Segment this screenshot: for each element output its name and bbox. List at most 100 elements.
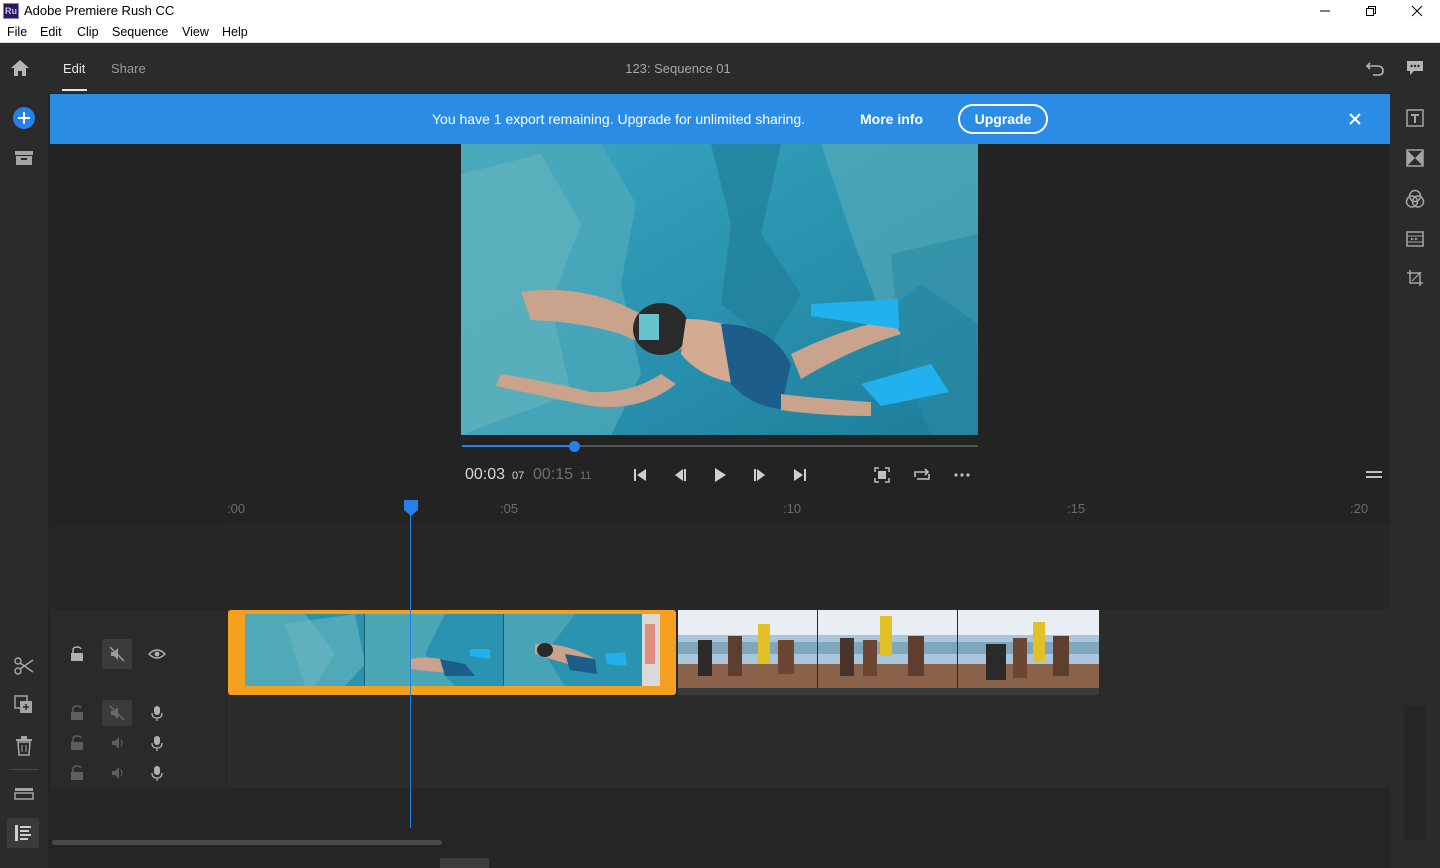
ruler-tick: :10 — [783, 501, 802, 516]
ruler-tick: :05 — [500, 501, 519, 516]
menu-view[interactable]: View — [182, 25, 209, 39]
duplicate-icon[interactable] — [14, 695, 34, 715]
timeline-ruler[interactable]: :00 :05 :10 :15 :20 — [50, 499, 1390, 523]
menu-bar: File Edit Clip Sequence View Help — [0, 22, 1440, 43]
menu-clip[interactable]: Clip — [77, 25, 99, 39]
close-window-icon[interactable] — [1394, 0, 1440, 22]
current-timecode: 00:03 — [465, 466, 506, 483]
window-titlebar: Ru Adobe Premiere Rush CC — [0, 0, 1440, 22]
audio-track-2-lane — [50, 728, 1390, 758]
total-duration: 00:15 — [533, 466, 574, 483]
lock-open-icon[interactable] — [67, 763, 87, 783]
active-tab-indicator — [62, 89, 87, 91]
split-icon[interactable] — [13, 656, 35, 676]
minimize-icon[interactable] — [1302, 0, 1348, 22]
video-track-header — [50, 609, 226, 698]
lock-open-icon[interactable] — [67, 703, 87, 723]
ruler-tick: :00 — [227, 501, 246, 516]
title-track-header — [50, 523, 226, 609]
speed-icon[interactable] — [1406, 230, 1424, 248]
scrub-progress — [462, 445, 575, 447]
eye-icon[interactable] — [147, 644, 167, 664]
tab-share[interactable]: Share — [111, 61, 146, 76]
panel-menu-icon[interactable] — [1366, 470, 1382, 480]
app-icon: Ru — [3, 3, 19, 19]
mute-track-button[interactable] — [102, 639, 132, 669]
loop-icon[interactable] — [911, 465, 933, 485]
current-timecode-frame: 07 — [512, 470, 525, 482]
tab-edit[interactable]: Edit — [63, 61, 85, 76]
program-monitor: 00:03 07 00:15 11 — [50, 144, 1390, 499]
home-icon[interactable] — [10, 59, 30, 77]
more-options-icon[interactable] — [951, 465, 973, 485]
title-track-lane — [50, 523, 1390, 609]
step-forward-icon[interactable] — [749, 465, 771, 485]
menu-help[interactable]: Help — [222, 25, 248, 39]
timeline-list-icon — [15, 825, 31, 841]
transform-icon[interactable] — [1406, 269, 1424, 287]
close-icon[interactable] — [1347, 111, 1363, 127]
banner-message: You have 1 export remaining. Upgrade for… — [432, 111, 806, 127]
timeline-horizontal-scrollbar[interactable] — [52, 840, 442, 845]
microphone-icon[interactable] — [147, 733, 167, 753]
audio-track-2-header — [50, 728, 226, 758]
audio-track-1-header — [50, 698, 226, 728]
menu-file[interactable]: File — [7, 25, 27, 39]
feedback-icon[interactable] — [1406, 59, 1424, 77]
titles-icon[interactable] — [1406, 109, 1424, 127]
sequence-title: 123: Sequence 01 — [625, 61, 731, 76]
ruler-tick: :15 — [1067, 501, 1086, 516]
lock-open-icon[interactable] — [67, 644, 87, 664]
go-to-start-icon[interactable] — [629, 465, 651, 485]
menu-edit[interactable]: Edit — [40, 25, 62, 39]
microphone-icon[interactable] — [147, 703, 167, 723]
taskbar-item — [440, 858, 489, 868]
total-duration-frame: 11 — [580, 470, 592, 482]
video-clip-selected[interactable] — [228, 610, 676, 695]
microphone-icon[interactable] — [147, 763, 167, 783]
undo-icon[interactable] — [1365, 59, 1385, 77]
more-info-link[interactable]: More info — [860, 111, 923, 127]
restore-icon[interactable] — [1348, 0, 1394, 22]
transitions-icon[interactable] — [1406, 149, 1424, 167]
go-to-end-icon[interactable] — [789, 465, 811, 485]
playhead-handle[interactable] — [403, 499, 419, 517]
upgrade-button[interactable]: Upgrade — [958, 104, 1048, 134]
playhead-line — [410, 510, 411, 828]
step-back-icon[interactable] — [669, 465, 691, 485]
track-controls-icon[interactable] — [14, 787, 34, 801]
app-header: Edit Share 123: Sequence 01 — [0, 43, 1440, 93]
clip-thumbnails — [678, 610, 1099, 688]
scrub-handle[interactable] — [569, 441, 580, 452]
video-clip[interactable] — [678, 610, 1099, 695]
timeline-panel — [50, 523, 1390, 868]
color-icon[interactable] — [1405, 189, 1425, 209]
audio-track-1-lane — [50, 698, 1390, 728]
left-toolbar — [0, 93, 48, 868]
delete-icon[interactable] — [15, 736, 33, 756]
timeline-vertical-scrollbar[interactable] — [1404, 705, 1426, 840]
speaker-icon[interactable] — [108, 733, 128, 753]
upgrade-banner: You have 1 export remaining. Upgrade for… — [50, 94, 1390, 144]
menu-sequence[interactable]: Sequence — [112, 25, 168, 39]
toolbar-divider — [10, 769, 38, 770]
window-title: Adobe Premiere Rush CC — [24, 3, 175, 18]
fullscreen-icon[interactable] — [871, 465, 893, 485]
audio-track-1-body[interactable] — [227, 698, 1390, 728]
video-preview[interactable] — [461, 144, 978, 435]
audio-track-3-lane — [50, 758, 1390, 788]
clip-thumbnails — [245, 614, 660, 686]
title-track-body[interactable] — [227, 523, 1390, 609]
speaker-icon[interactable] — [108, 763, 128, 783]
play-icon[interactable] — [709, 465, 731, 485]
add-media-icon[interactable] — [12, 106, 36, 130]
ruler-tick: :20 — [1350, 501, 1369, 516]
audio-track-3-body[interactable] — [227, 758, 1390, 788]
mute-track-button[interactable] — [102, 700, 132, 726]
lock-open-icon[interactable] — [67, 733, 87, 753]
timeline-list-button[interactable] — [7, 818, 39, 848]
audio-track-3-header — [50, 758, 226, 788]
projects-icon[interactable] — [14, 150, 34, 166]
audio-track-2-body[interactable] — [227, 728, 1390, 758]
speaker-muted-icon — [109, 705, 125, 721]
